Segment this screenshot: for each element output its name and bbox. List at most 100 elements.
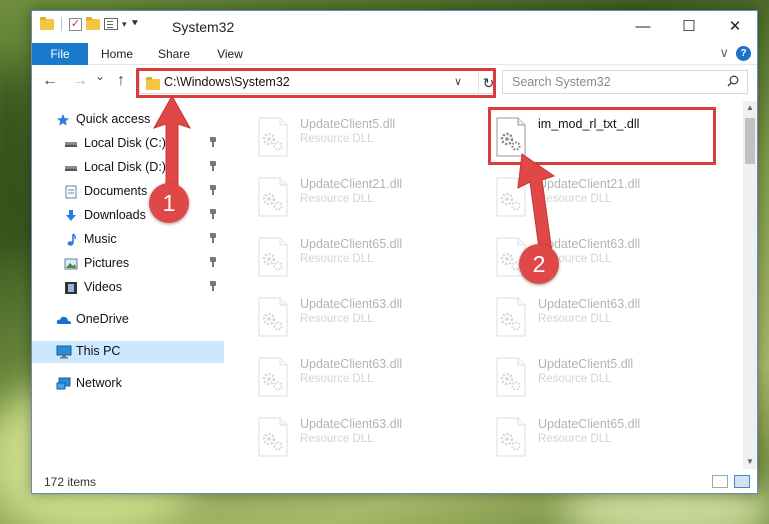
sidebar-item-label: Quick access — [76, 112, 151, 126]
properties-icon[interactable] — [104, 18, 118, 30]
properties-check-icon[interactable]: ✓ — [69, 17, 82, 31]
file-name: UpdateClient63.dll — [538, 297, 641, 311]
scroll-up-icon[interactable]: ▲ — [746, 103, 754, 112]
sidebar-item-label: Music — [84, 232, 117, 246]
pin-icon — [210, 281, 216, 291]
step-1-badge: 1 — [149, 183, 189, 223]
sidebar-item-label: This PC — [76, 344, 121, 358]
minimize-button[interactable]: — — [620, 11, 666, 41]
large-icons-view-icon[interactable] — [734, 475, 750, 488]
file-type: Resource DLL — [300, 253, 374, 265]
forward-button[interactable]: → — [72, 72, 88, 90]
up-button[interactable]: ↑ — [117, 72, 125, 90]
scrollbar-thumb[interactable] — [745, 118, 755, 164]
sidebar-item-network[interactable]: Network — [32, 373, 224, 395]
background-blur — [0, 60, 30, 260]
folder-icon — [40, 16, 54, 30]
navigation-pane: Quick access Local Disk (C:) Local Disk … — [32, 107, 226, 467]
details-view-icon[interactable] — [712, 475, 728, 488]
dll-file-icon — [496, 417, 526, 457]
file-name: UpdateClient63.dll — [300, 297, 403, 311]
sidebar-item-documents[interactable]: Documents — [32, 181, 224, 203]
recent-locations-button[interactable]: ⌄ — [95, 69, 105, 83]
search-box[interactable]: Search System32 — [502, 70, 748, 94]
pictures-icon — [64, 258, 78, 270]
sidebar-item-label: OneDrive — [76, 312, 129, 326]
sidebar-item-music[interactable]: Music — [32, 229, 224, 251]
sidebar-item-onedrive[interactable]: OneDrive — [32, 309, 224, 331]
sidebar-item-local-disk-c[interactable]: Local Disk (C:) — [32, 133, 224, 155]
dll-file-icon — [258, 117, 288, 157]
file-type: Resource DLL — [300, 133, 374, 145]
sidebar-item-quick-access[interactable]: Quick access — [32, 109, 224, 131]
videos-icon — [65, 282, 77, 294]
file-type: Resource DLL — [538, 433, 612, 445]
dll-file-icon — [258, 297, 288, 337]
file-type: Resource DLL — [300, 313, 374, 325]
sidebar-item-pictures[interactable]: Pictures — [32, 253, 224, 275]
drive-icon — [65, 142, 77, 147]
file-item[interactable]: UpdateClient65.dll Resource DLL — [486, 411, 716, 467]
file-type: Resource DLL — [300, 433, 374, 445]
search-icon[interactable] — [727, 75, 739, 87]
sidebar-item-downloads[interactable]: Downloads — [32, 205, 224, 227]
computer-icon — [56, 345, 72, 359]
item-count: 172 items — [44, 475, 97, 489]
vertical-scrollbar[interactable]: ▲ ▼ — [743, 101, 757, 469]
ribbon-tabs: File Home Share View ∨ ? — [32, 43, 757, 65]
file-item[interactable]: UpdateClient5.dll Resource DLL — [248, 111, 478, 167]
pin-icon — [210, 185, 216, 195]
file-item[interactable]: UpdateClient65.dll Resource DLL — [248, 231, 478, 287]
pin-icon — [210, 137, 216, 147]
file-name: UpdateClient5.dll — [300, 117, 396, 131]
file-type: Resource DLL — [300, 373, 374, 385]
status-bar: 172 items — [32, 471, 757, 493]
file-item[interactable]: UpdateClient21.dll Resource DLL — [248, 171, 478, 227]
file-name: UpdateClient63.dll — [300, 357, 403, 371]
sidebar-item-label: Network — [76, 376, 122, 390]
sidebar-item-label: Videos — [84, 280, 122, 294]
help-icon[interactable]: ? — [736, 46, 751, 61]
maximize-button[interactable]: ☐ — [666, 11, 712, 41]
file-type: Resource DLL — [300, 193, 374, 205]
file-item[interactable]: UpdateClient63.dll Resource DLL — [248, 351, 478, 407]
tab-share[interactable]: Share — [152, 43, 196, 65]
sidebar-item-videos[interactable]: Videos — [32, 277, 224, 299]
dll-file-icon — [496, 297, 526, 337]
scroll-down-icon[interactable]: ▼ — [746, 457, 754, 466]
sidebar-item-this-pc[interactable]: This PC — [32, 341, 224, 363]
file-name: UpdateClient63.dll — [300, 417, 403, 431]
new-folder-icon[interactable] — [86, 16, 100, 30]
star-icon — [57, 114, 69, 126]
music-icon — [67, 233, 76, 246]
window-title: System32 — [172, 19, 235, 35]
pin-icon — [210, 233, 216, 243]
download-icon — [66, 210, 76, 221]
file-type: Resource DLL — [538, 313, 612, 325]
search-placeholder[interactable]: Search System32 — [512, 75, 611, 89]
file-item[interactable]: UpdateClient63.dll Resource DLL — [486, 291, 716, 347]
tab-home[interactable]: Home — [94, 43, 140, 65]
dll-file-icon — [258, 417, 288, 457]
step-2-badge: 2 — [519, 244, 559, 284]
file-item[interactable]: UpdateClient5.dll Resource DLL — [486, 351, 716, 407]
sidebar-item-local-disk-d[interactable]: Local Disk (D:) — [32, 157, 224, 179]
file-name: UpdateClient65.dll — [300, 237, 403, 251]
drive-icon — [65, 166, 77, 171]
dll-file-icon — [258, 237, 288, 277]
quick-access-toolbar: ✓ ▾ ⯆ — [40, 16, 140, 31]
file-item[interactable]: UpdateClient63.dll Resource DLL — [248, 411, 478, 467]
chevron-down-icon[interactable]: ▾ — [122, 19, 127, 30]
expand-ribbon-icon[interactable]: ∨ — [719, 45, 729, 61]
dll-file-icon — [258, 177, 288, 217]
tab-view[interactable]: View — [208, 43, 252, 65]
title-bar: ✓ ▾ ⯆ System32 — ☐ ✕ — [32, 11, 757, 43]
file-name: UpdateClient21.dll — [300, 177, 403, 191]
explorer-window: ✓ ▾ ⯆ System32 — ☐ ✕ File Home Share Vie… — [31, 10, 758, 494]
customize-toolbar-icon[interactable]: ⯆ — [131, 18, 140, 31]
close-button[interactable]: ✕ — [712, 11, 758, 41]
file-item[interactable]: UpdateClient63.dll Resource DLL — [248, 291, 478, 347]
back-button[interactable]: ← — [42, 72, 58, 90]
tab-file[interactable]: File — [32, 43, 88, 65]
network-icon — [56, 377, 71, 390]
